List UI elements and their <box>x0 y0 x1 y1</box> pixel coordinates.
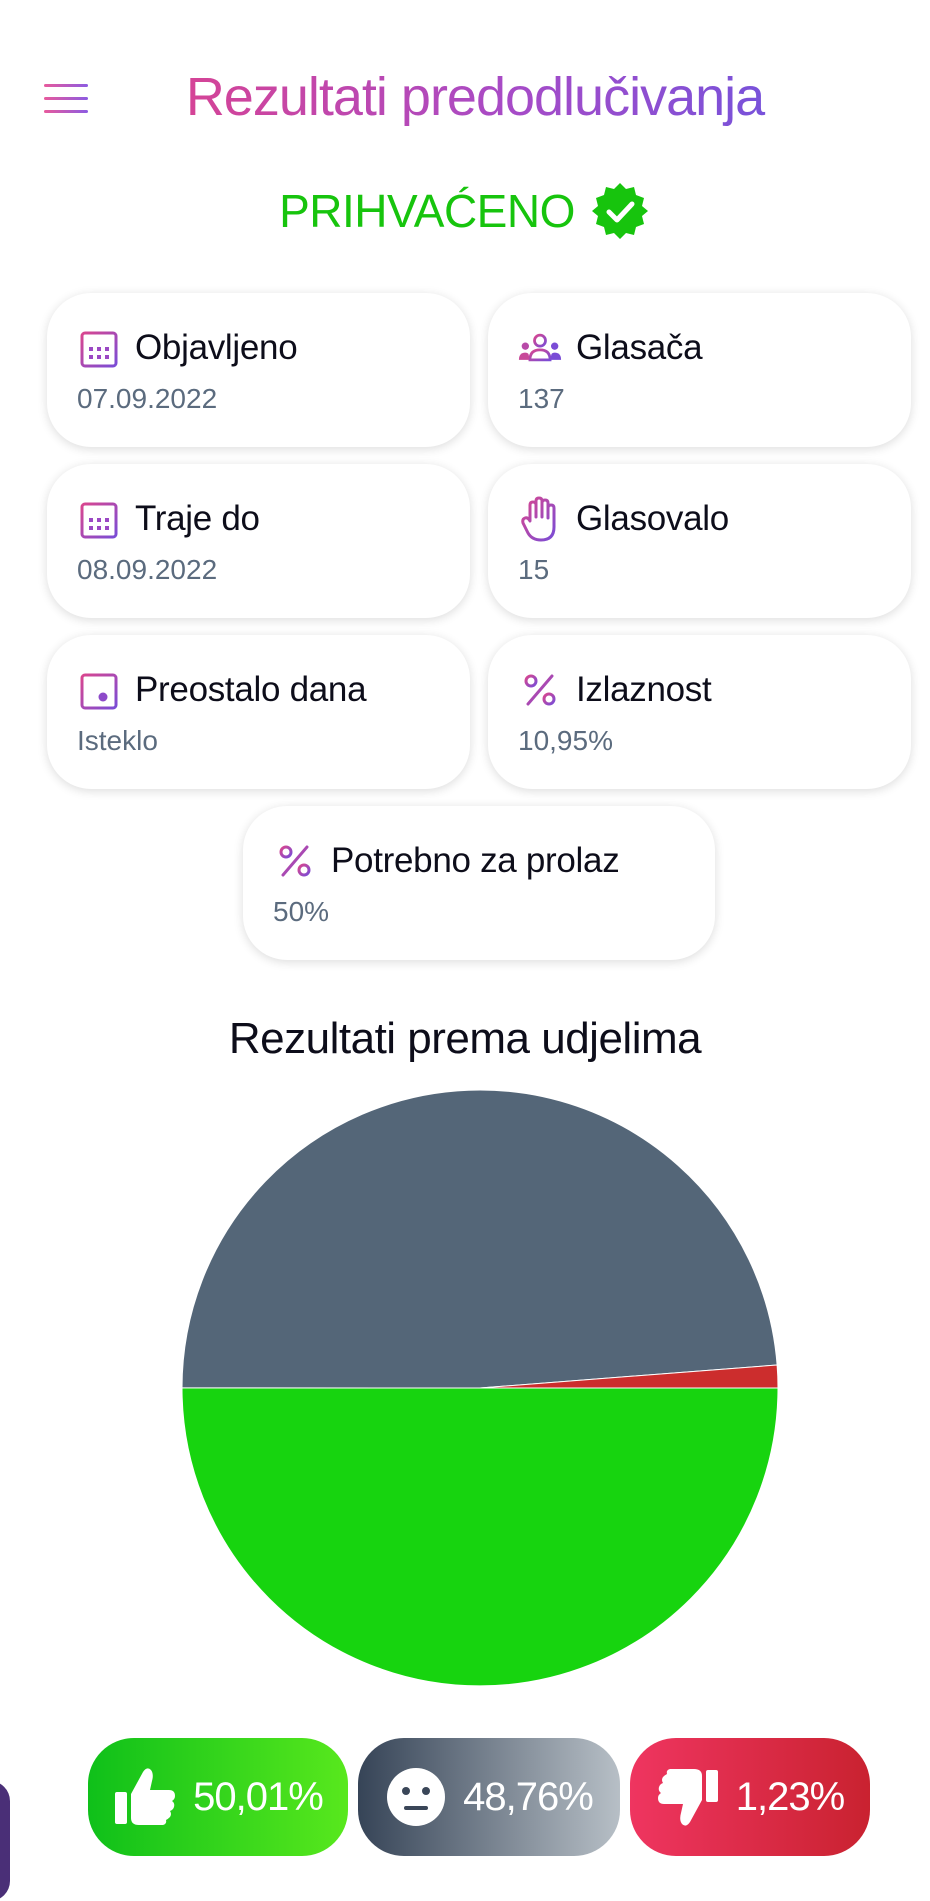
result-yes-value: 50,01% <box>193 1774 324 1819</box>
stat-label: Izlaznost <box>576 670 712 709</box>
result-abstain-value: 48,76% <box>463 1774 594 1819</box>
result-no-button[interactable]: 1,23% <box>630 1738 870 1856</box>
status-text: PRIHVAĆENO <box>279 185 575 237</box>
corner-decoration <box>0 1781 10 1901</box>
stat-card-turnout: Izlaznost 10,95% <box>488 635 911 789</box>
stat-label: Objavljeno <box>135 328 298 367</box>
stat-label: Preostalo dana <box>135 670 367 709</box>
result-no-value: 1,23% <box>735 1774 845 1819</box>
thumbs-down-icon <box>657 1769 718 1826</box>
percent-icon <box>273 839 317 883</box>
chart-title: Rezultati prema udjelima <box>228 1014 702 1063</box>
app-header: Rezultati predodlučivanja <box>0 60 930 140</box>
calendar-day-icon <box>77 668 121 712</box>
hand-icon <box>518 496 562 542</box>
stat-value: 08.09.2022 <box>77 554 218 585</box>
verified-badge-icon <box>591 183 648 239</box>
stat-value: Isteklo <box>77 725 158 756</box>
stat-card-voted: Glasovalo 15 <box>488 464 911 618</box>
stat-value: 15 <box>518 554 550 585</box>
thumbs-up-icon <box>115 1768 176 1825</box>
calendar-icon <box>77 497 121 541</box>
stat-value: 137 <box>518 383 565 414</box>
stat-value: 07.09.2022 <box>77 383 218 414</box>
stat-label: Glasovalo <box>576 499 729 538</box>
stat-label: Traje do <box>135 499 260 538</box>
page-title: Rezultati predodlučivanja <box>0 66 930 128</box>
results-pie-chart <box>181 1089 779 1687</box>
stat-card-ends: Traje do 08.09.2022 <box>47 464 470 618</box>
stat-value: 10,95% <box>518 725 613 756</box>
calendar-icon <box>77 326 121 370</box>
percent-icon <box>518 668 562 712</box>
neutral-face-icon <box>387 1768 446 1826</box>
result-abstain-button[interactable]: 48,76% <box>358 1738 620 1856</box>
stat-value: 50% <box>273 896 330 927</box>
pie-slice-za <box>181 1387 779 1687</box>
stat-card-published: Objavljeno 07.09.2022 <box>47 293 470 447</box>
stat-card-required: Potrebno za prolaz 50% <box>243 806 715 960</box>
stat-label: Glasača <box>576 328 703 367</box>
decision-status: PRIHVAĆENO <box>0 180 930 242</box>
stat-card-voters: Glasača 137 <box>488 293 911 447</box>
users-icon <box>518 326 562 370</box>
result-yes-button[interactable]: 50,01% <box>88 1738 348 1856</box>
stat-card-days-left: Preostalo dana Isteklo <box>47 635 470 789</box>
pie-slice-suzdržano <box>181 1089 778 1389</box>
stat-label: Potrebno za prolaz <box>331 841 620 880</box>
